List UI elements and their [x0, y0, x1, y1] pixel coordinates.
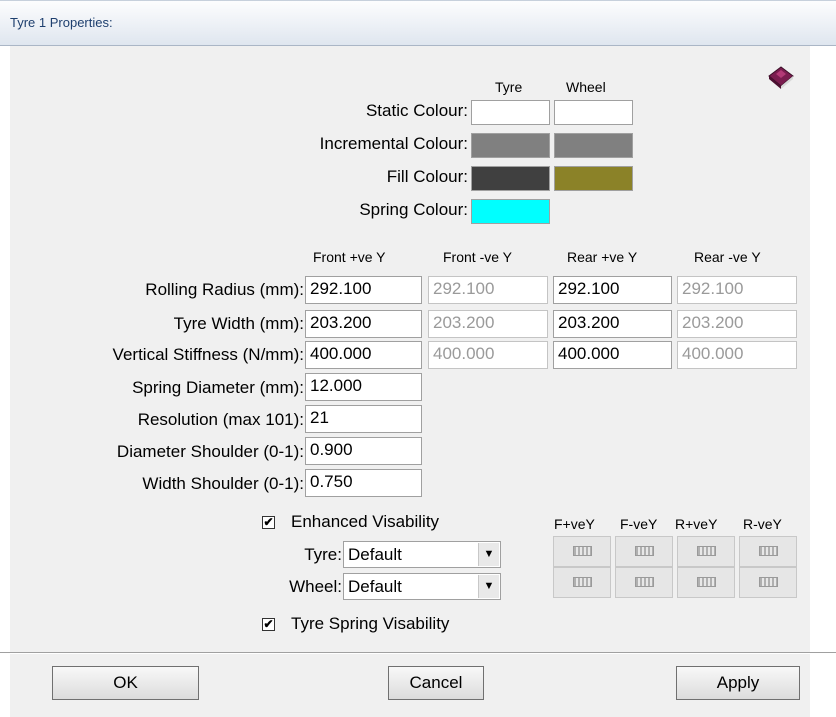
vertical-stiffness-label: Vertical Stiffness (N/mm): — [112, 345, 304, 364]
apply-button-label: Apply — [716, 673, 760, 692]
cancel-button-label: Cancel — [409, 673, 463, 692]
dim-header-front-pos: Front +ve Y — [313, 249, 386, 265]
tyre-style-combo[interactable]: Default ▼ — [343, 541, 501, 568]
dim-header-rear-neg: Rear -ve Y — [694, 249, 761, 265]
grid-header-f-neg: F-veY — [620, 516, 658, 532]
diameter-shoulder-field[interactable]: 0.900 — [305, 437, 422, 465]
diameter-shoulder-label: Diameter Shoulder (0-1): — [116, 442, 304, 461]
keyboard-icon — [759, 577, 778, 587]
fill-colour-label: Fill Colour: — [386, 167, 468, 186]
static-colour-tyre-swatch[interactable] — [471, 100, 550, 125]
static-colour-label: Static Colour: — [365, 101, 468, 120]
tyre-width-front-neg-field: 203.200 — [428, 310, 548, 338]
rolling-radius-label: Rolling Radius (mm): — [145, 280, 304, 299]
spring-diameter-label: Spring Diameter (mm): — [132, 378, 304, 397]
spring-colour-label: Spring Colour: — [359, 200, 468, 219]
tyre-spring-visability-checkbox[interactable]: ✔ — [262, 618, 275, 631]
spring-colour-tyre-swatch[interactable] — [471, 199, 550, 224]
grid-button-r-pos-wheel[interactable] — [677, 567, 735, 598]
width-shoulder-field[interactable]: 0.750 — [305, 469, 422, 497]
dim-header-rear-pos: Rear +ve Y — [567, 249, 638, 265]
wheel-style-label: Wheel: — [289, 577, 342, 596]
dim-header-front-neg: Front -ve Y — [443, 249, 512, 265]
incremental-colour-tyre-swatch[interactable] — [471, 133, 550, 158]
ok-button[interactable]: OK — [52, 666, 199, 700]
title-bar: Tyre 1 Properties: — [0, 0, 836, 46]
fill-colour-wheel-swatch[interactable] — [554, 166, 633, 191]
vertical-stiffness-rear-pos-field[interactable]: 400.000 — [553, 341, 672, 369]
footer-separator — [0, 652, 836, 654]
incremental-colour-wheel-swatch[interactable] — [554, 133, 633, 158]
vertical-stiffness-front-pos-field[interactable]: 400.000 — [305, 341, 422, 369]
keyboard-icon — [573, 577, 592, 587]
grid-button-r-pos-tyre[interactable] — [677, 536, 735, 567]
window-title: Tyre 1 Properties: — [10, 15, 113, 30]
grid-button-r-neg-wheel[interactable] — [739, 567, 797, 598]
static-colour-wheel-swatch[interactable] — [554, 100, 633, 125]
tyre-width-rear-pos-field[interactable]: 203.200 — [553, 310, 672, 338]
grid-button-f-neg-tyre[interactable] — [615, 536, 673, 567]
keyboard-icon — [697, 577, 716, 587]
tyre-spring-visability-label: Tyre Spring Visability — [291, 614, 450, 633]
rolling-radius-rear-neg-field: 292.100 — [677, 276, 797, 304]
grid-header-r-neg: R-veY — [743, 516, 782, 532]
grid-button-r-neg-tyre[interactable] — [739, 536, 797, 567]
keyboard-icon — [697, 546, 716, 556]
wheel-style-combo[interactable]: Default ▼ — [343, 573, 501, 600]
enhanced-visability-label: Enhanced Visability — [291, 512, 440, 531]
keyboard-icon — [635, 577, 654, 587]
vertical-stiffness-front-neg-field: 400.000 — [428, 341, 548, 369]
enhanced-visability-checkbox[interactable]: ✔ — [262, 516, 275, 529]
vertical-stiffness-rear-neg-field: 400.000 — [677, 341, 797, 369]
rolling-radius-rear-pos-field[interactable]: 292.100 — [553, 276, 672, 304]
tyre-width-front-pos-field[interactable]: 203.200 — [305, 310, 422, 338]
apply-button[interactable]: Apply — [676, 666, 800, 700]
keyboard-icon — [573, 546, 592, 556]
ok-button-label: OK — [113, 673, 138, 692]
grid-button-f-pos-tyre[interactable] — [553, 536, 611, 567]
chevron-down-icon[interactable]: ▼ — [478, 575, 499, 598]
tyre-style-label: Tyre: — [304, 545, 342, 564]
keyboard-icon — [635, 546, 654, 556]
tyre-style-value: Default — [348, 545, 402, 564]
incremental-colour-label: Incremental Colour: — [319, 134, 468, 153]
keyboard-icon — [759, 546, 778, 556]
colour-header-wheel: Wheel — [566, 79, 606, 95]
help-book-icon[interactable] — [766, 64, 796, 90]
grid-button-f-neg-wheel[interactable] — [615, 567, 673, 598]
tyre-width-label: Tyre Width (mm): — [173, 314, 304, 333]
colour-header-tyre: Tyre — [495, 79, 523, 95]
cancel-button[interactable]: Cancel — [388, 666, 484, 700]
resolution-label: Resolution (max 101): — [137, 410, 304, 429]
width-shoulder-label: Width Shoulder (0-1): — [142, 474, 304, 493]
rolling-radius-front-neg-field: 292.100 — [428, 276, 548, 304]
rolling-radius-front-pos-field[interactable]: 292.100 — [305, 276, 422, 304]
tyre-width-rear-neg-field: 203.200 — [677, 310, 797, 338]
fill-colour-tyre-swatch[interactable] — [471, 166, 550, 191]
wheel-style-value: Default — [348, 577, 402, 596]
grid-header-r-pos: R+veY — [675, 516, 718, 532]
spring-diameter-field[interactable]: 12.000 — [305, 373, 422, 401]
grid-button-f-pos-wheel[interactable] — [553, 567, 611, 598]
resolution-field[interactable]: 21 — [305, 405, 422, 433]
chevron-down-icon[interactable]: ▼ — [478, 543, 499, 566]
grid-header-f-pos: F+veY — [554, 516, 595, 532]
